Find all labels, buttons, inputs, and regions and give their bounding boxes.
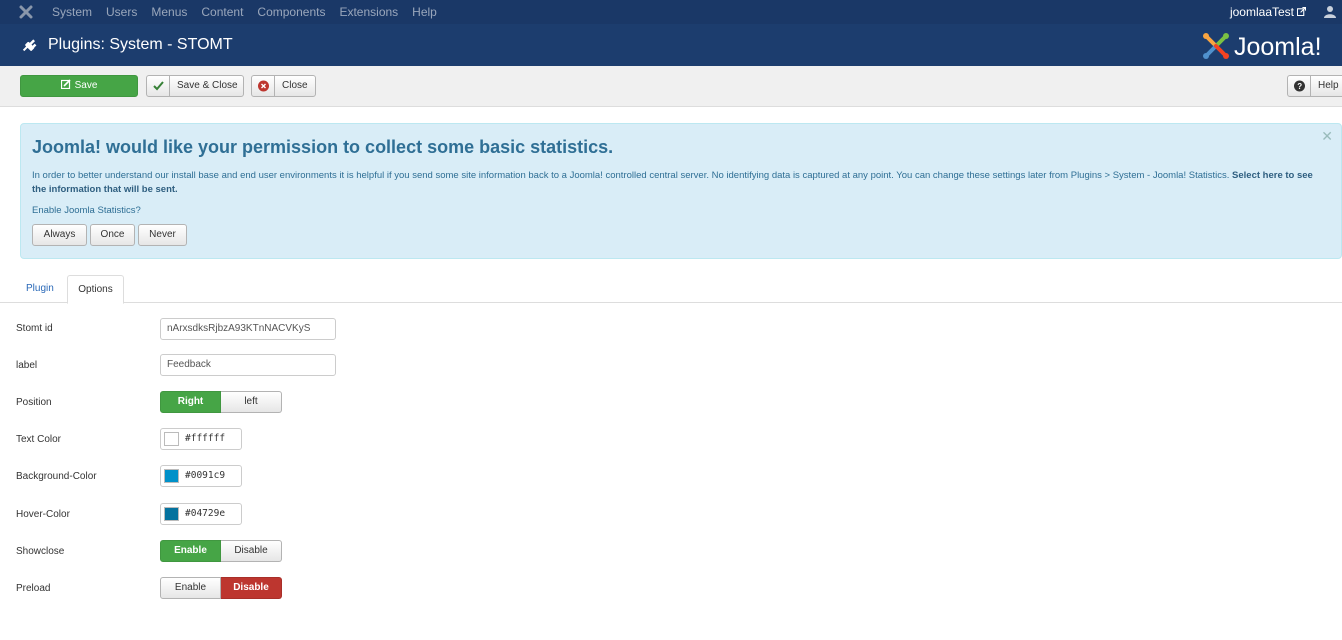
page-header: Plugins: System - STOMT Joomla!	[0, 24, 1342, 66]
close-button[interactable]: Close	[251, 75, 316, 97]
showclose-disable-button[interactable]: Disable	[221, 540, 282, 562]
external-link-icon	[1297, 7, 1306, 16]
position-right-button[interactable]: Right	[160, 391, 221, 413]
menu-system[interactable]: System	[52, 0, 92, 24]
page-title: Plugins: System - STOMT	[48, 36, 233, 53]
position-left-button[interactable]: left	[221, 391, 282, 413]
showclose-toggle: Enable Disable	[160, 540, 282, 562]
alert-heading: Joomla! would like your permission to co…	[32, 137, 614, 157]
help-label: Help	[1318, 80, 1339, 91]
menu-users[interactable]: Users	[106, 0, 137, 24]
bg-color-picker[interactable]: #0091c9	[160, 465, 242, 487]
text-color-value[interactable]: #ffffff	[185, 429, 225, 449]
tab-options[interactable]: Options	[67, 275, 124, 304]
text-color-label: Text Color	[16, 434, 62, 445]
question-icon: ?	[1288, 76, 1311, 96]
label-input[interactable]: Feedback	[160, 354, 336, 376]
stomt-id-input[interactable]: nArxsdksRjbzA93KTnNACVKyS	[160, 318, 336, 340]
svg-text:Joomla!: Joomla!	[1234, 33, 1322, 61]
stats-alert: ✕ Joomla! would like your permission to …	[20, 123, 1342, 259]
showclose-enable-button[interactable]: Enable	[160, 540, 221, 562]
text-color-swatch[interactable]	[164, 432, 179, 446]
top-menu: System Users Menus Content Components Ex…	[52, 0, 451, 24]
preload-label: Preload	[16, 583, 51, 594]
tab-bar: Plugin Options	[0, 275, 1342, 304]
joomla-x-icon[interactable]	[18, 4, 34, 20]
user-icon[interactable]	[1324, 5, 1336, 18]
alert-body: In order to better understand our instal…	[32, 169, 1322, 197]
hover-color-value[interactable]: #04729e	[185, 504, 225, 524]
preload-enable-button[interactable]: Enable	[160, 577, 221, 599]
joomla-logo: Joomla!	[1203, 33, 1322, 61]
close-circle-icon	[252, 76, 275, 96]
bg-color-value[interactable]: #0091c9	[185, 466, 225, 486]
save-button[interactable]: Save	[20, 75, 138, 97]
top-navbar: System Users Menus Content Components Ex…	[0, 0, 1342, 24]
edit-icon	[60, 79, 71, 89]
save-close-label: Save & Close	[177, 80, 238, 91]
menu-menus[interactable]: Menus	[151, 0, 187, 24]
position-toggle: Right left	[160, 391, 282, 413]
save-close-button[interactable]: Save & Close	[146, 75, 244, 97]
checkmark-icon	[147, 76, 170, 96]
never-button[interactable]: Never	[138, 224, 187, 246]
bg-color-swatch[interactable]	[164, 469, 179, 483]
always-button[interactable]: Always	[32, 224, 87, 246]
bg-color-label: Background-Color	[16, 471, 97, 482]
text-color-picker[interactable]: #ffffff	[160, 428, 242, 450]
stomt-id-label: Stomt id	[16, 323, 53, 334]
menu-content[interactable]: Content	[201, 0, 243, 24]
menu-help[interactable]: Help	[412, 0, 437, 24]
once-button[interactable]: Once	[90, 224, 135, 246]
toolbar: Save Save & Close Close ? Help	[0, 66, 1342, 107]
help-button[interactable]: ? Help	[1287, 75, 1342, 97]
hover-color-label: Hover-Color	[16, 509, 70, 520]
alert-body-text: In order to better understand our instal…	[32, 170, 1230, 181]
close-label: Close	[282, 80, 308, 91]
svg-text:?: ?	[1297, 82, 1302, 91]
plug-icon	[22, 39, 37, 52]
preload-toggle: Enable Disable	[160, 577, 282, 599]
showclose-label: Showclose	[16, 546, 65, 557]
tab-plugin[interactable]: Plugin	[16, 275, 64, 303]
menu-components[interactable]: Components	[257, 0, 325, 24]
site-name-link[interactable]: joomlaaTest	[1230, 0, 1294, 24]
menu-extensions[interactable]: Extensions	[339, 0, 398, 24]
save-label: Save	[74, 80, 98, 91]
close-icon[interactable]: ✕	[1321, 128, 1333, 145]
hover-color-swatch[interactable]	[164, 507, 179, 521]
alert-question: Enable Joomla Statistics?	[32, 205, 141, 216]
hover-color-picker[interactable]: #04729e	[160, 503, 242, 525]
position-label: Position	[16, 397, 52, 408]
label-field-label: label	[16, 360, 38, 371]
preload-disable-button[interactable]: Disable	[221, 577, 282, 599]
